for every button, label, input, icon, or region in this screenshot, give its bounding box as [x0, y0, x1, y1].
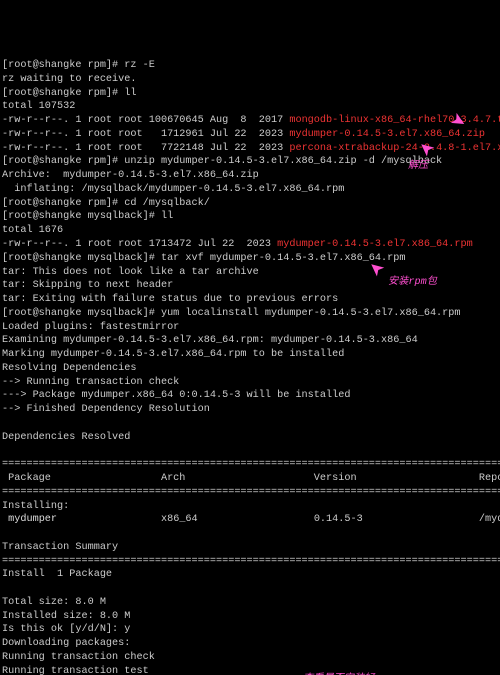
annotation-label: 安装rpm包 — [388, 276, 437, 290]
terminal-window[interactable]: [root@shangke rpm]# rz -E rz waiting to … — [0, 55, 500, 675]
terminal-line: tar: Exiting with failure status due to … — [2, 294, 338, 305]
text-segment: tar: Exiting with failure status due to … — [2, 294, 338, 305]
terminal-line: Total size: 8.0 M — [2, 597, 106, 608]
terminal-line: Loaded plugins: fastestmirror — [2, 322, 179, 333]
terminal-line: [root@shangke mysqlback]# tar xvf mydump… — [2, 253, 406, 264]
text-segment: Resolving Dependencies — [2, 363, 137, 374]
annotation-label: 解压 — [408, 160, 428, 174]
text-segment: ========================================… — [2, 556, 500, 567]
terminal-line: --> Running transaction check — [2, 377, 179, 388]
terminal-line: -rw-r--r--. 1 root root 1712961 Jul 22 2… — [2, 129, 485, 140]
terminal-line: ========================================… — [2, 487, 500, 498]
text-segment: total 1676 — [2, 225, 63, 236]
terminal-line: Running transaction test — [2, 666, 149, 675]
text-segment: --> Running transaction check — [2, 377, 179, 388]
annotation-label: 查看是否安装好 — [303, 673, 374, 675]
terminal-line: [root@shangke rpm]# unzip mydumper-0.14.… — [2, 156, 442, 167]
terminal-line: Resolving Dependencies — [2, 363, 137, 374]
annotation-arrow: ➤ — [450, 110, 465, 134]
text-segment: Is this ok [y/d/N]: y — [2, 624, 130, 635]
terminal-line: Package Arch Version Repos — [2, 473, 500, 484]
text-segment: ========================================… — [2, 487, 500, 498]
terminal-line: [root@shangke mysqlback]# yum localinsta… — [2, 308, 461, 319]
text-segment: Install 1 Package — [2, 569, 112, 580]
terminal-line: tar: This does not look like a tar archi… — [2, 267, 259, 278]
terminal-line: [root@shangke rpm]# ll — [2, 88, 137, 99]
terminal-line: total 107532 — [2, 101, 75, 112]
terminal-line: Downloading packages: — [2, 638, 130, 649]
text-segment: tar: This does not look like a tar archi… — [2, 267, 259, 278]
text-segment: Downloading packages: — [2, 638, 130, 649]
text-segment: rz waiting to receive. — [2, 74, 137, 85]
terminal-line: Installed size: 8.0 M — [2, 611, 130, 622]
text-segment: Installed size: 8.0 M — [2, 611, 130, 622]
text-segment: Total size: 8.0 M — [2, 597, 106, 608]
terminal-line: [root@shangke rpm]# rz -E — [2, 60, 155, 71]
terminal-line: --> Finished Dependency Resolution — [2, 404, 210, 415]
text-segment: Examining mydumper-0.14.5-3.el7.x86_64.r… — [2, 335, 418, 346]
text-segment: inflating: /mysqlback/mydumper-0.14.5-3.… — [2, 184, 344, 195]
terminal-line: Install 1 Package — [2, 569, 112, 580]
text-segment: -rw-r--r--. 1 root root 1712961 Jul 22 2… — [2, 129, 289, 140]
text-segment: -rw-r--r--. 1 root root 1713472 Jul 22 2… — [2, 239, 277, 250]
terminal-line: Transaction Summary — [2, 542, 118, 553]
text-segment: x86_64 0.14.5-3 /myda — [57, 514, 500, 525]
text-segment: tar: Skipping to next header — [2, 280, 173, 291]
terminal-line: Is this ok [y/d/N]: y — [2, 624, 130, 635]
annotation-arrow: ➤ — [420, 135, 435, 159]
terminal-line: -rw-r--r--. 1 root root 100670645 Aug 8 … — [2, 115, 500, 126]
text-segment: Archive: mydumper-0.14.5-3.el7.x86_64.zi… — [2, 170, 259, 181]
terminal-line: tar: Skipping to next header — [2, 280, 173, 291]
terminal-line: [root@shangke rpm]# cd /mysqlback/ — [2, 198, 210, 209]
terminal-line: ---> Package mydumper.x86_64 0:0.14.5-3 … — [2, 390, 350, 401]
terminal-line: Running transaction check — [2, 652, 155, 663]
annotation-arrow: ➤ — [370, 255, 385, 279]
text-segment: [root@shangke mysqlback]# ll — [2, 211, 173, 222]
text-segment: total 107532 — [2, 101, 75, 112]
terminal-line: Examining mydumper-0.14.5-3.el7.x86_64.r… — [2, 335, 418, 346]
terminal-line: [root@shangke mysqlback]# ll — [2, 211, 173, 222]
text-segment: mydumper-0.14.5-3.el7.x86_64.rpm — [277, 239, 473, 250]
text-segment: percona-xtrabackup-24-2.4.8-1.el7.x86_64… — [289, 143, 500, 154]
terminal-line: rz waiting to receive. — [2, 74, 137, 85]
text-segment: Package Arch Version Repos — [2, 473, 500, 484]
text-segment: -rw-r--r--. 1 root root 100670645 Aug 8 … — [2, 115, 289, 126]
terminal-line: Dependencies Resolved — [2, 432, 130, 443]
text-segment: ---> Package mydumper.x86_64 0:0.14.5-3 … — [2, 390, 350, 401]
text-segment: Running transaction check — [2, 652, 155, 663]
text-segment: Running transaction test — [2, 666, 149, 675]
terminal-line: total 1676 — [2, 225, 63, 236]
text-segment: ========================================… — [2, 459, 500, 470]
terminal-line: mydumper x86_64 0.14.5-3 /myda — [2, 514, 500, 525]
terminal-line: Installing: — [2, 501, 69, 512]
text-segment: [root@shangke rpm]# rz -E — [2, 60, 155, 71]
text-segment: [root@shangke rpm]# unzip mydumper-0.14.… — [2, 156, 442, 167]
terminal-line: -rw-r--r--. 1 root root 1713472 Jul 22 2… — [2, 239, 473, 250]
text-segment: --> Finished Dependency Resolution — [2, 404, 210, 415]
text-segment: Marking mydumper-0.14.5-3.el7.x86_64.rpm… — [2, 349, 344, 360]
terminal-line: Marking mydumper-0.14.5-3.el7.x86_64.rpm… — [2, 349, 344, 360]
text-segment: [root@shangke rpm]# cd /mysqlback/ — [2, 198, 210, 209]
text-segment: Dependencies Resolved — [2, 432, 130, 443]
terminal-line: inflating: /mysqlback/mydumper-0.14.5-3.… — [2, 184, 344, 195]
text-segment: mydumper — [8, 514, 57, 525]
terminal-line: ========================================… — [2, 556, 500, 567]
text-segment: [root@shangke mysqlback]# tar xvf mydump… — [2, 253, 406, 264]
text-segment: Installing: — [2, 501, 69, 512]
text-segment: [root@shangke rpm]# ll — [2, 88, 137, 99]
annotation-arrow: ➤ — [240, 667, 255, 675]
text-segment: Loaded plugins: fastestmirror — [2, 322, 179, 333]
terminal-line: ========================================… — [2, 459, 500, 470]
terminal-line: Archive: mydumper-0.14.5-3.el7.x86_64.zi… — [2, 170, 259, 181]
text-segment: Transaction Summary — [2, 542, 118, 553]
text-segment: -rw-r--r--. 1 root root 7722148 Jul 22 2… — [2, 143, 289, 154]
text-segment: [root@shangke mysqlback]# yum localinsta… — [2, 308, 461, 319]
